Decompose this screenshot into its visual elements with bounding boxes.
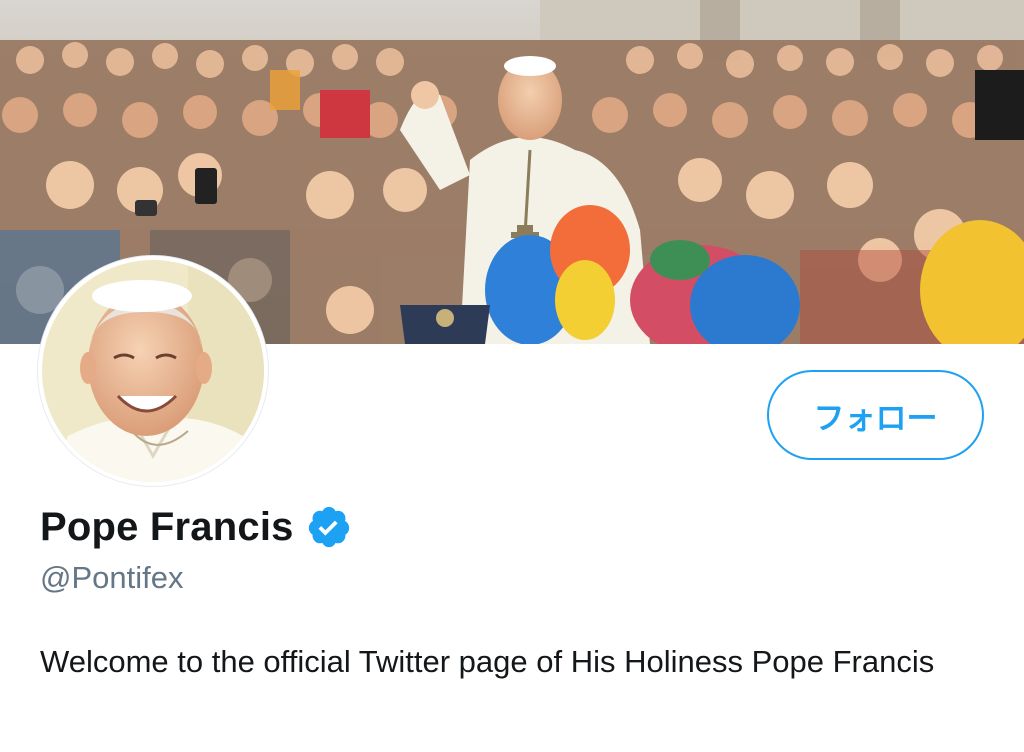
profile-avatar[interactable] [38,256,268,486]
profile-name-row: Pope Francis [40,502,352,552]
profile-bio: Welcome to the official Twitter page of … [40,644,935,679]
profile-page: フォロー Pope Francis @Pontifex Welcome to t… [0,0,1024,752]
avatar-photo [42,260,264,482]
verified-badge-icon [306,504,352,550]
profile-handle: @Pontifex [40,560,184,595]
display-name: Pope Francis [40,504,294,549]
follow-button[interactable]: フォロー [767,370,984,460]
